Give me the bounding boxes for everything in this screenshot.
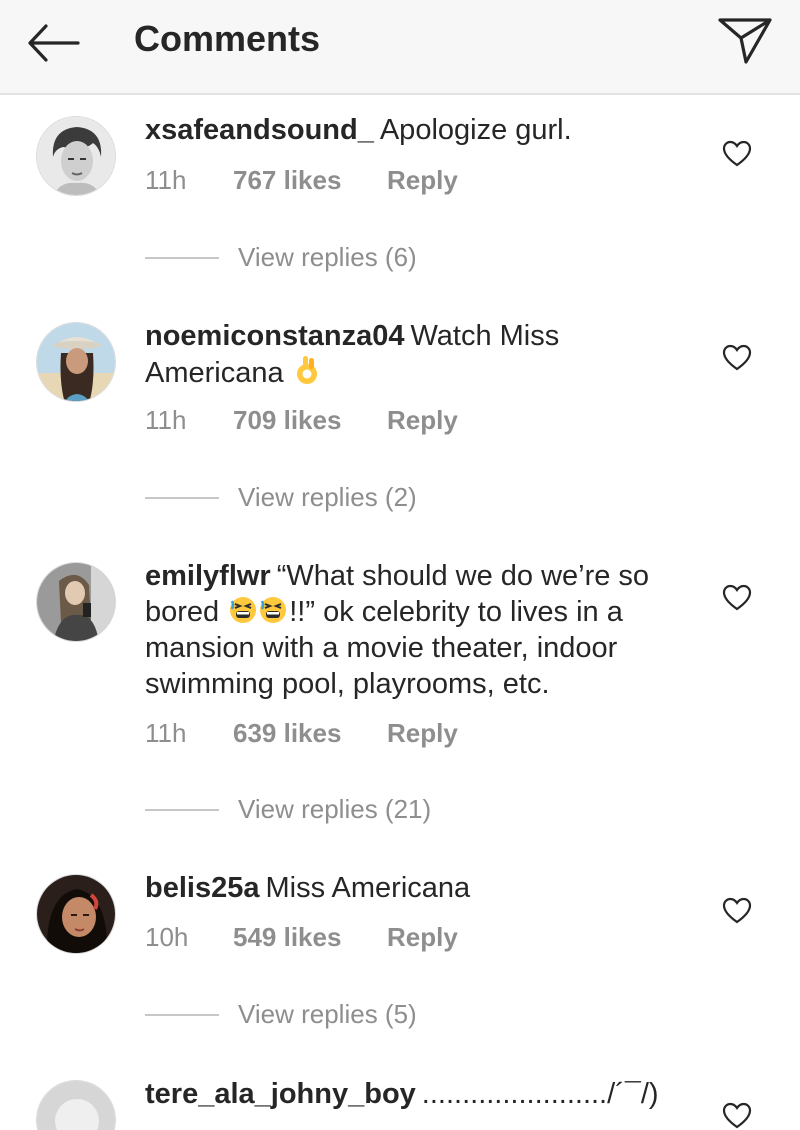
paper-plane-icon xyxy=(718,18,772,64)
avatar-placeholder-image xyxy=(37,1081,115,1130)
top-app-bar: Comments xyxy=(0,0,800,95)
heart-icon[interactable] xyxy=(722,1102,752,1130)
likes-count[interactable]: 767 likes xyxy=(233,163,341,197)
avatar[interactable] xyxy=(36,562,116,642)
replies-divider xyxy=(145,1014,219,1016)
likes-count[interactable]: 639 likes xyxy=(233,716,341,750)
heart-icon[interactable] xyxy=(722,344,752,372)
view-replies-label: View replies (5) xyxy=(238,999,417,1029)
likes-count[interactable]: 709 likes xyxy=(233,403,341,437)
avatar[interactable] xyxy=(36,322,116,402)
comment-username[interactable]: belis25a xyxy=(145,872,259,904)
comment-username[interactable]: tere_ala_johny_boy xyxy=(145,1078,416,1110)
replies-divider xyxy=(145,809,219,811)
comment-time: 11h xyxy=(145,718,187,748)
comment-text: xsafeandsound_ Apologize gurl. xyxy=(145,112,690,148)
comment-time: 11h xyxy=(145,405,187,435)
replies-divider xyxy=(145,497,219,499)
comment-username[interactable]: noemiconstanza04 xyxy=(145,320,404,352)
comment-body: Apologize gurl. xyxy=(379,114,572,146)
comment-time: 11h xyxy=(145,165,187,195)
comment-username[interactable]: xsafeandsound_ xyxy=(145,114,374,146)
avatar-image xyxy=(37,117,115,195)
share-button[interactable] xyxy=(714,12,776,68)
view-replies-label: View replies (2) xyxy=(238,482,417,512)
page-title: Comments xyxy=(134,18,321,59)
comment-body: Miss Americana xyxy=(265,872,471,904)
avatar-image xyxy=(37,563,115,641)
heart-icon[interactable] xyxy=(722,897,752,925)
ok-hand-emoji-icon xyxy=(296,356,317,384)
heart-icon[interactable] xyxy=(722,140,752,168)
comment-text: noemiconstanza04 Watch Miss Americana xyxy=(145,318,690,391)
avatar[interactable] xyxy=(36,1080,116,1130)
view-replies-label: View replies (21) xyxy=(238,794,432,824)
back-button[interactable] xyxy=(22,18,82,68)
view-replies-label: View replies (6) xyxy=(238,242,417,272)
arrow-left-icon xyxy=(28,24,80,62)
reply-button[interactable]: Reply xyxy=(387,716,458,750)
avatar-image xyxy=(37,875,115,953)
reply-button[interactable]: Reply xyxy=(387,920,458,954)
avatar[interactable] xyxy=(36,874,116,954)
avatar-image xyxy=(37,323,115,401)
replies-divider xyxy=(145,257,219,259)
comment-text: belis25a Miss Americana xyxy=(145,870,690,906)
reply-button[interactable]: Reply xyxy=(387,163,458,197)
comment-time: 10h xyxy=(145,922,189,952)
likes-count[interactable]: 549 likes xyxy=(233,920,341,954)
reply-button[interactable]: Reply xyxy=(387,403,458,437)
heart-icon[interactable] xyxy=(722,584,752,612)
comment-username[interactable]: emilyflwr xyxy=(145,560,271,592)
tired-face-emoji-icon xyxy=(230,597,287,623)
avatar[interactable] xyxy=(36,116,116,196)
comment-body: ......................./´¯/) xyxy=(421,1078,659,1110)
comment-text: tere_ala_johny_boy......................… xyxy=(145,1076,690,1112)
comment-text: emilyflwr “What should we do we’re so bor… xyxy=(145,558,690,702)
